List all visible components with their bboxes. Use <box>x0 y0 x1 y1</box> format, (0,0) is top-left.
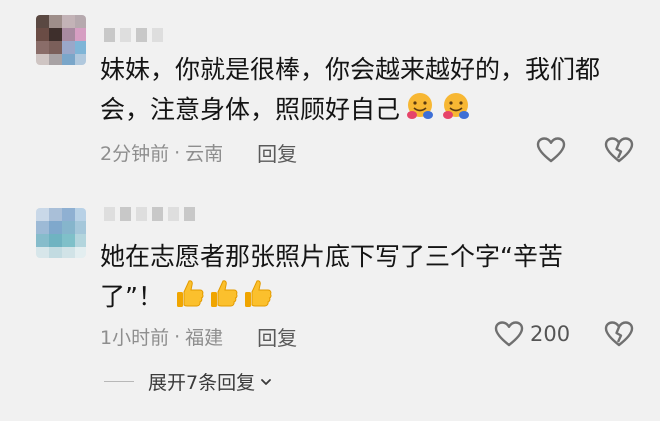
comment-body: 她在志愿者那张照片底下写了三个字“辛苦了”！ <box>100 242 563 311</box>
reply-button[interactable]: 回复 <box>257 322 297 351</box>
comment-text: 妹妹，你就是很棒，你会越来越好的，我们都会，注意身体，照顾好自己 <box>100 50 620 135</box>
like-count: 200 <box>530 322 571 346</box>
chevron-down-icon <box>259 375 273 389</box>
dislike-button[interactable] <box>604 320 634 348</box>
divider-line <box>104 381 134 382</box>
broken-heart-icon <box>604 137 634 163</box>
hug-emoji <box>404 91 436 135</box>
dislike-button[interactable] <box>604 136 634 164</box>
location: 云南 <box>185 143 224 165</box>
comment-body: 妹妹，你就是很棒，你会越来越好的，我们都会，注意身体，照顾好自己 <box>100 55 601 124</box>
location: 福建 <box>185 327 224 349</box>
like-button[interactable] <box>536 136 566 164</box>
thumbs-up-emoji <box>175 278 205 322</box>
avatar[interactable] <box>36 15 86 65</box>
comment-meta: 2分钟前 · 云南 回复 <box>100 138 297 167</box>
comment-meta: 1小时前 · 福建 回复 <box>100 322 297 351</box>
heart-outline-icon <box>494 321 524 347</box>
username-blurred[interactable] <box>104 28 163 42</box>
separator: · <box>174 141 181 164</box>
comment-text: 她在志愿者那张照片底下写了三个字“辛苦了”！ <box>100 237 610 322</box>
expand-replies-label: 展开7条回复 <box>148 372 256 394</box>
broken-heart-icon <box>604 321 634 347</box>
like-button[interactable]: 200 <box>494 320 570 348</box>
timestamp: 2分钟前 <box>100 143 170 165</box>
separator: · <box>174 325 181 348</box>
hug-emoji <box>440 91 472 135</box>
username-blurred[interactable] <box>104 207 195 221</box>
thumbs-up-emoji <box>209 278 239 322</box>
expand-replies-button[interactable]: 展开7条回复 <box>104 368 273 395</box>
thumbs-up-emoji <box>243 278 273 322</box>
heart-outline-icon <box>536 137 566 163</box>
reply-button[interactable]: 回复 <box>257 138 297 167</box>
avatar[interactable] <box>36 208 86 258</box>
timestamp: 1小时前 <box>100 327 170 349</box>
